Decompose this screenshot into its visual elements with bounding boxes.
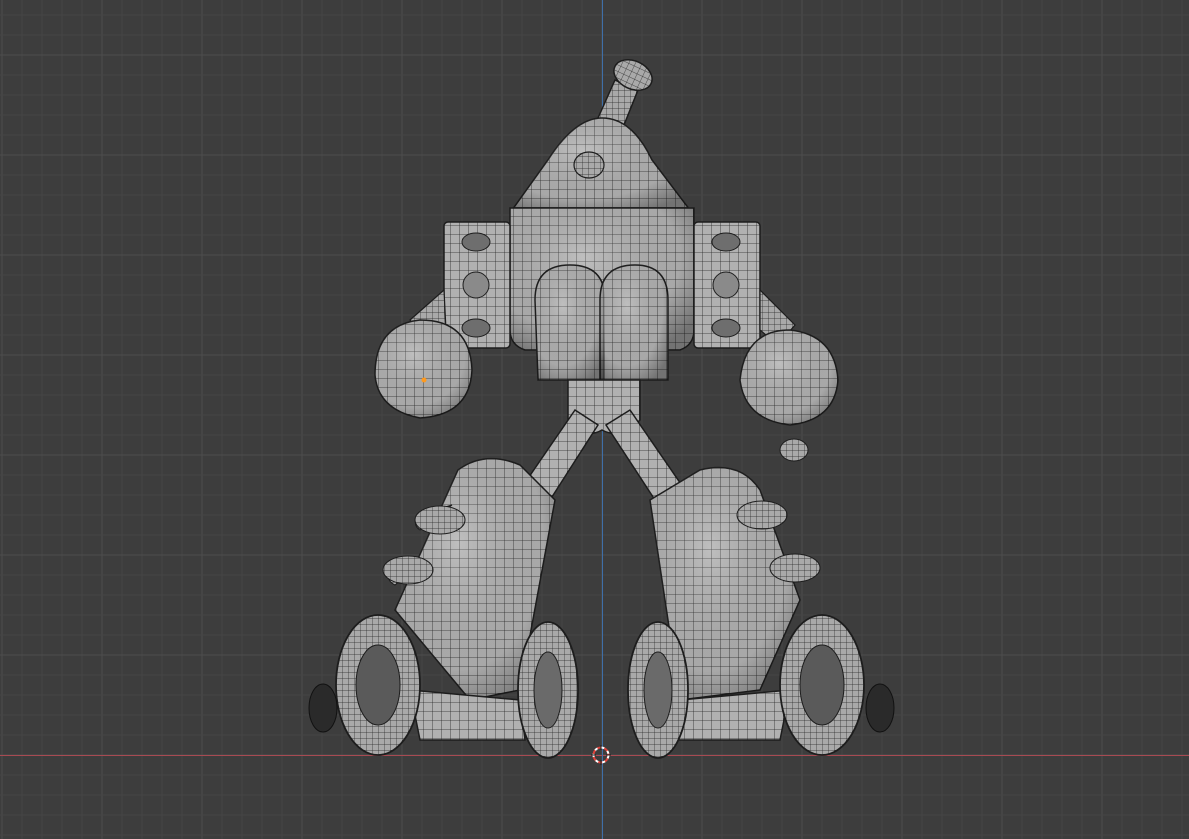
origin-dot [421,377,427,383]
head-dome[interactable] [510,117,692,211]
right-shoulder-block[interactable] [693,221,761,349]
viewport-3d[interactable] [0,0,1189,839]
left-inner-wheel[interactable] [517,621,579,759]
right-inner-wheel[interactable] [627,621,689,759]
robot-mesh[interactable] [0,0,1189,839]
right-outer-wheel[interactable] [779,614,895,756]
left-outer-wheel[interactable] [308,614,421,756]
3d-cursor-icon[interactable] [591,745,611,765]
torso[interactable] [509,207,695,381]
feet-base[interactable] [409,689,791,741]
